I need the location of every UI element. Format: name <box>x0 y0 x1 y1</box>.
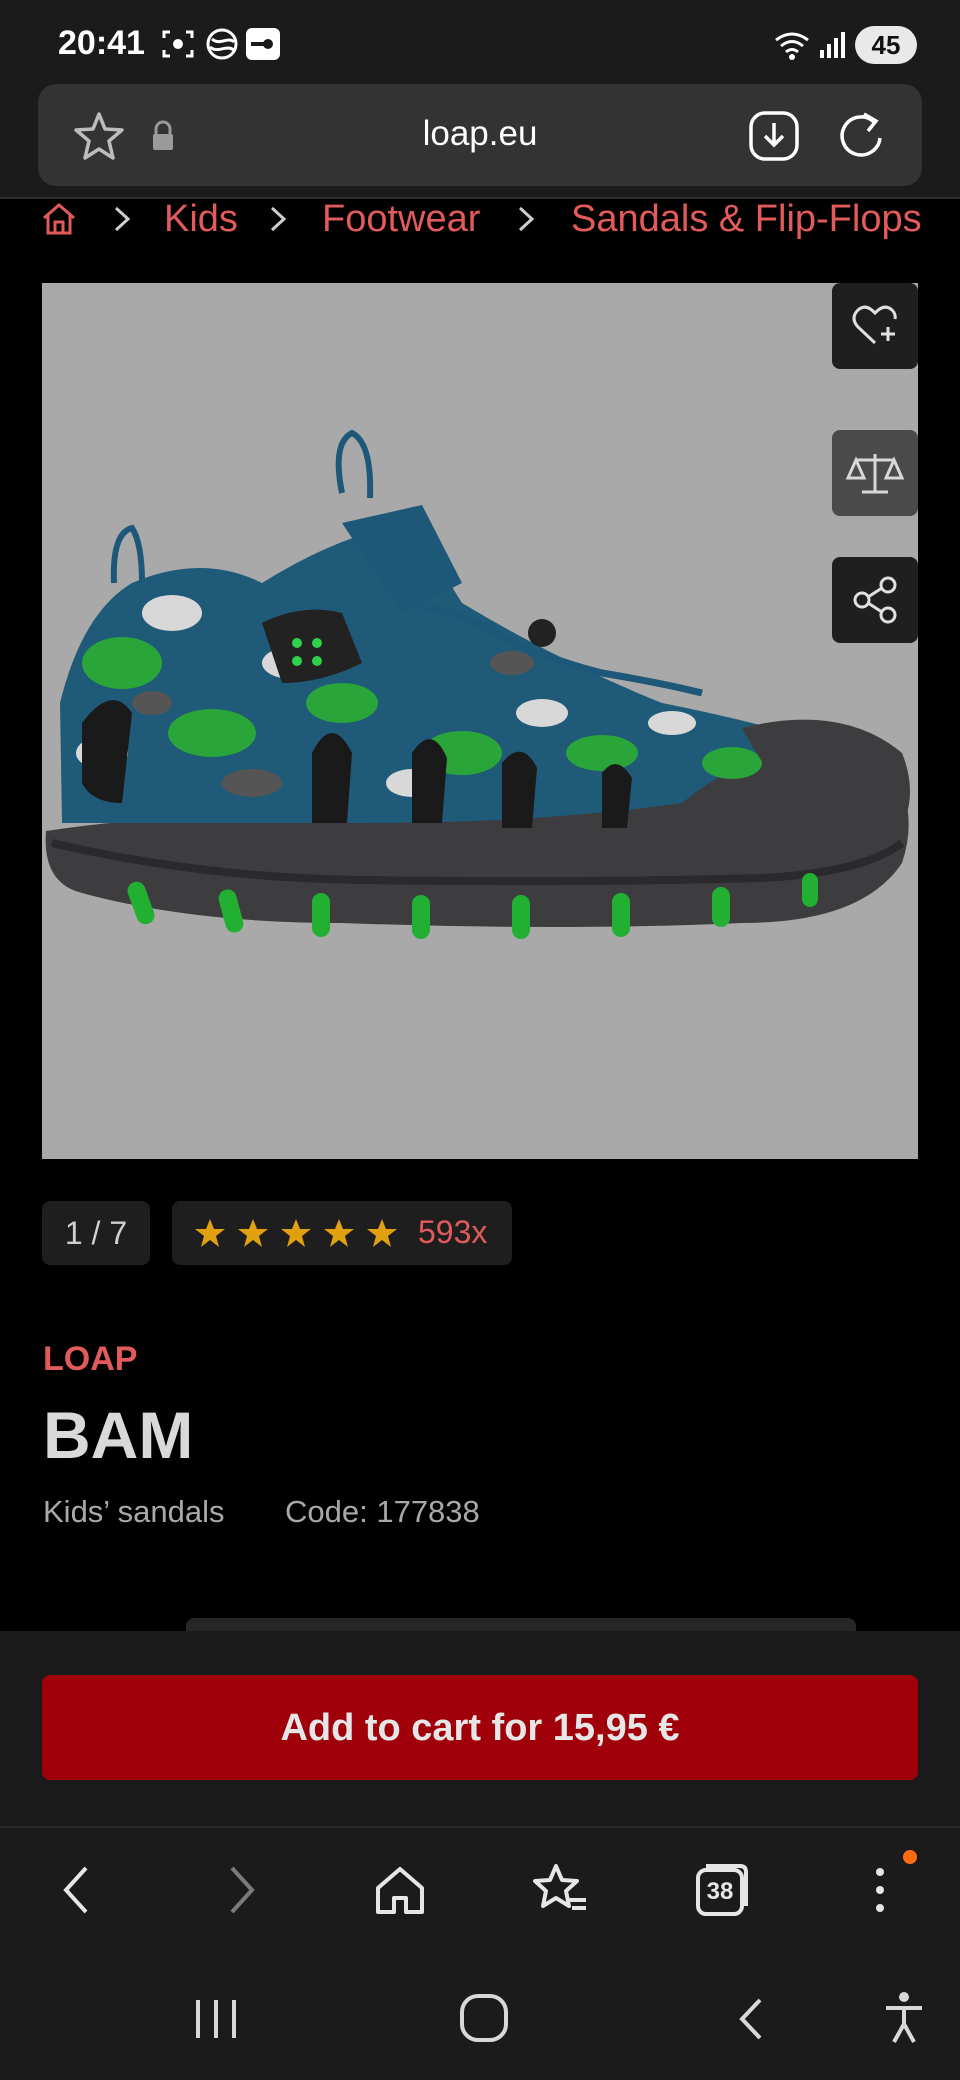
product-code: Code: 177838 <box>285 1494 480 1529</box>
screenshot-icon <box>162 30 194 58</box>
home-icon[interactable] <box>370 1860 430 1920</box>
scale-icon <box>845 454 905 494</box>
star-icon <box>195 1219 225 1247</box>
address-bar[interactable]: loap.eu <box>38 84 922 186</box>
chevron-right-icon <box>270 206 287 232</box>
status-time: 20:41 <box>58 24 145 62</box>
system-nav-bar <box>0 1958 960 2080</box>
vpn-key-icon <box>246 28 280 60</box>
share-icon <box>853 576 897 624</box>
battery-indicator: 45 <box>855 26 917 64</box>
chevron-right-icon <box>518 206 535 232</box>
star-icon <box>238 1219 268 1247</box>
chevron-right-icon <box>114 206 131 232</box>
bookmarks-icon[interactable] <box>530 1860 590 1920</box>
star-icon <box>367 1219 397 1247</box>
recent-apps-icon[interactable] <box>188 1996 244 2042</box>
download-icon[interactable] <box>748 110 800 162</box>
share-button[interactable] <box>832 557 918 643</box>
sandal-illustration <box>45 429 910 939</box>
product-brand[interactable]: LOAP <box>43 1340 137 1379</box>
accessibility-icon[interactable] <box>880 1990 928 2046</box>
star-icon <box>324 1219 354 1247</box>
product-category: Kids’ sandals <box>43 1494 225 1529</box>
star-icon <box>281 1219 311 1247</box>
image-pager: 1 / 7 <box>42 1201 150 1265</box>
compare-button[interactable] <box>832 430 918 516</box>
signal-icon <box>820 32 845 58</box>
product-image[interactable] <box>42 283 918 1159</box>
home-button-icon[interactable] <box>458 1992 510 2044</box>
browser-nav-bar: 38 <box>0 1826 960 1958</box>
rating-count: 593x <box>418 1214 488 1250</box>
add-to-cart-button[interactable]: Add to cart for 15,95 € <box>42 1675 918 1780</box>
breadcrumb-sandals[interactable]: Sandals & Flip-Flops <box>571 198 922 241</box>
wishlist-button[interactable] <box>832 283 918 369</box>
tabs-button[interactable]: 38 <box>692 1860 752 1920</box>
reload-icon[interactable] <box>834 108 888 162</box>
back-icon[interactable] <box>48 1860 108 1920</box>
breadcrumb-kids[interactable]: Kids <box>164 198 238 241</box>
status-bar: 20:41 45 <box>0 0 960 88</box>
sheet-handle <box>186 1618 856 1632</box>
breadcrumb: Kids Footwear Sandals & Flip-Flops <box>0 198 960 243</box>
home-icon[interactable] <box>40 200 78 238</box>
tabs-count: 38 <box>706 1878 734 1905</box>
heart-plus-icon <box>852 305 897 345</box>
data-saver-icon <box>206 28 238 60</box>
rating-badge[interactable]: 593x <box>172 1201 512 1265</box>
notification-dot <box>903 1850 917 1864</box>
wifi-icon <box>775 32 809 60</box>
breadcrumb-footwear[interactable]: Footwear <box>322 198 480 241</box>
product-title: BAM <box>43 1398 194 1472</box>
system-back-icon[interactable] <box>732 1994 772 2044</box>
more-menu-icon[interactable] <box>850 1860 910 1920</box>
forward-icon[interactable] <box>210 1860 270 1920</box>
